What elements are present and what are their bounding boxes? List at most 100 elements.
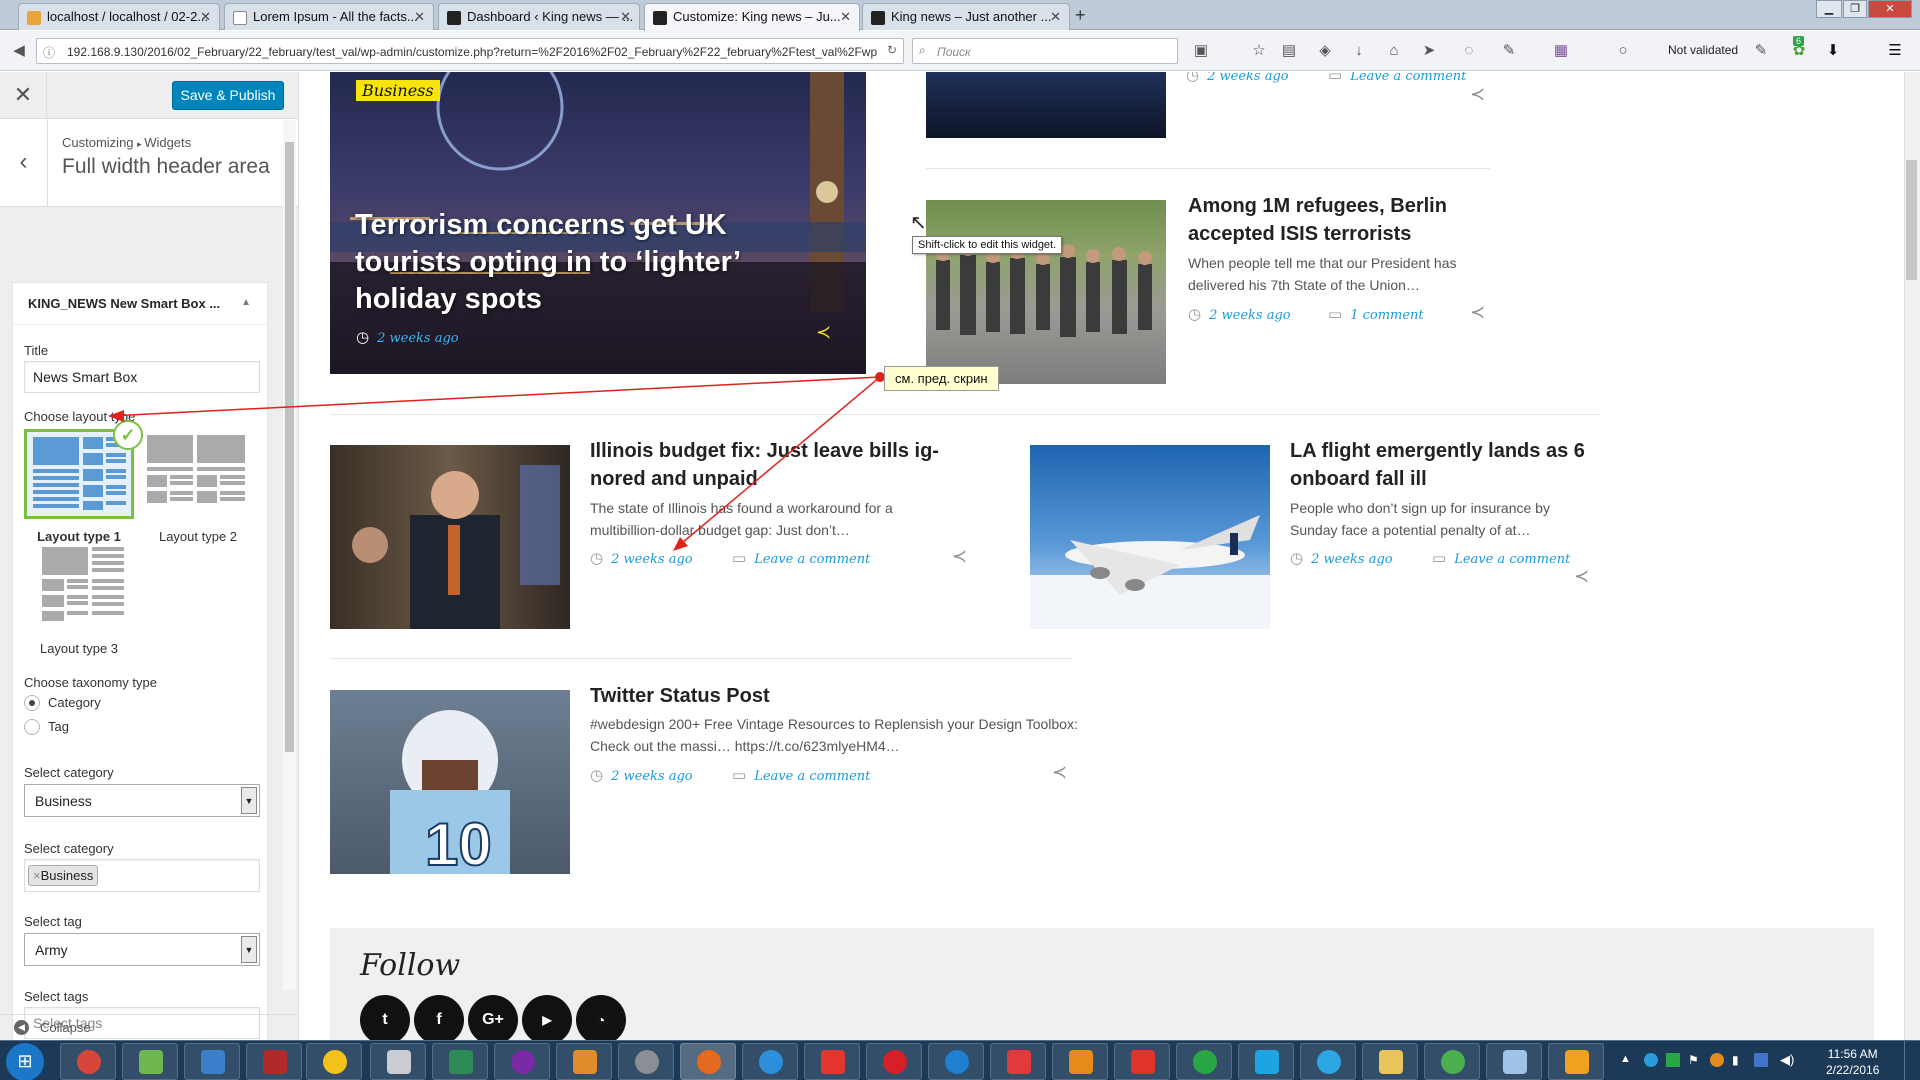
share-icon[interactable]: ≺ bbox=[1470, 84, 1485, 105]
opera-taskbar-icon[interactable] bbox=[866, 1043, 922, 1080]
post-thumbnail[interactable] bbox=[926, 200, 1166, 384]
save-publish-button[interactable]: Save & Publish bbox=[172, 81, 284, 110]
sidebar-scroll-thumb[interactable] bbox=[285, 142, 294, 752]
post-date[interactable]: ◷ 2 weeks ago bbox=[590, 766, 693, 784]
status-circle-icon[interactable]: ○ bbox=[1614, 42, 1632, 60]
post-thumbnail[interactable]: 10 bbox=[330, 690, 570, 874]
paint-taskbar-icon[interactable] bbox=[1548, 1043, 1604, 1080]
pocket-icon[interactable]: ◈ bbox=[1316, 42, 1334, 60]
minimize-icon[interactable]: ▁ bbox=[1816, 0, 1842, 18]
category-badge[interactable]: Business bbox=[356, 80, 440, 101]
tag-select[interactable]: Army ▼ bbox=[24, 933, 260, 966]
close-tab-icon[interactable]: ✕ bbox=[620, 9, 631, 25]
maximize-icon[interactable]: ❐ bbox=[1843, 0, 1867, 18]
preview-scroll-thumb[interactable] bbox=[1906, 160, 1917, 280]
tag-radio[interactable] bbox=[24, 719, 40, 735]
site-info-icon[interactable]: ⓘ bbox=[43, 44, 55, 61]
post-comments-link[interactable]: ▭ Leave a comment bbox=[1328, 72, 1466, 84]
tray-flag-icon[interactable]: ⚑ bbox=[1688, 1053, 1699, 1067]
sublime-taskbar-icon[interactable] bbox=[556, 1043, 612, 1080]
skype-taskbar-icon[interactable] bbox=[1238, 1043, 1294, 1080]
close-tab-icon[interactable]: ✕ bbox=[200, 9, 211, 25]
new-tab-icon[interactable]: + bbox=[1075, 5, 1086, 26]
title-input[interactable]: News Smart Box bbox=[24, 361, 260, 393]
tray-app-icon[interactable] bbox=[1754, 1053, 1768, 1067]
extension-icon[interactable]: ✎ bbox=[1500, 42, 1518, 60]
facebook-icon[interactable]: f bbox=[414, 995, 464, 1040]
start-button-icon[interactable]: ⊞ bbox=[6, 1043, 44, 1080]
download-icon[interactable]: ↓ bbox=[1350, 42, 1368, 60]
update-taskbar-icon[interactable] bbox=[928, 1043, 984, 1080]
close-tab-icon[interactable]: ✕ bbox=[1050, 9, 1061, 25]
home-icon[interactable]: ⌂ bbox=[1385, 42, 1403, 60]
back-chevron-icon[interactable]: ‹ bbox=[0, 119, 48, 207]
tray-app-icon[interactable] bbox=[1710, 1053, 1724, 1067]
app-s-taskbar-icon[interactable] bbox=[1176, 1043, 1232, 1080]
tray-expand-icon[interactable]: ▲ bbox=[1620, 1053, 1631, 1065]
post-comments-link[interactable]: ▭ 1 comment bbox=[1328, 305, 1424, 323]
category-select[interactable]: Business ▼ bbox=[24, 784, 260, 817]
close-icon[interactable]: ✕ bbox=[0, 72, 47, 119]
layout-option-2[interactable] bbox=[143, 429, 253, 519]
close-tab-icon[interactable]: ✕ bbox=[840, 9, 851, 25]
twitter-icon[interactable]: t bbox=[360, 995, 410, 1040]
categories-multiselect[interactable]: ×Business bbox=[24, 859, 260, 892]
system-clock[interactable]: 11:56 AM 2/22/2016 bbox=[1826, 1046, 1879, 1078]
toolbox-taskbar-icon[interactable] bbox=[1052, 1043, 1108, 1080]
validation-status[interactable]: Not validated bbox=[1668, 43, 1738, 57]
explorer-taskbar-icon[interactable] bbox=[1362, 1043, 1418, 1080]
post-date[interactable]: ◷ 2 weeks ago bbox=[1188, 305, 1291, 323]
anydesk-taskbar-icon[interactable] bbox=[1114, 1043, 1170, 1080]
category-radio[interactable] bbox=[24, 695, 40, 711]
post-title[interactable]: LA flight emergently lands as 6 onboard … bbox=[1290, 437, 1600, 493]
share-icon[interactable]: ≺ bbox=[1052, 762, 1067, 783]
browser-tab[interactable]: Dashboard ‹ King news — ... ✕ bbox=[438, 3, 640, 30]
calculator-taskbar-icon[interactable] bbox=[370, 1043, 426, 1080]
post-thumbnail[interactable] bbox=[330, 445, 570, 629]
tray-network-icon[interactable]: ▮ bbox=[1732, 1053, 1739, 1067]
browser-tab-active[interactable]: Customize: King news – Ju... ✕ bbox=[644, 3, 860, 31]
chrome-alt-taskbar-icon[interactable] bbox=[1424, 1043, 1480, 1080]
dropdown-arrow-icon[interactable]: ▼ bbox=[241, 787, 257, 814]
reload-icon[interactable]: ↻ bbox=[887, 43, 897, 57]
send-icon[interactable]: ➤ bbox=[1420, 42, 1438, 60]
browser-tab[interactable]: localhost / localhost / 02-2... ✕ bbox=[18, 3, 220, 30]
save-taskbar-icon[interactable] bbox=[246, 1043, 302, 1080]
google-plus-icon[interactable]: G+ bbox=[468, 995, 518, 1040]
screenshot-icon[interactable]: ▣ bbox=[1192, 42, 1210, 60]
bookmark-star-icon[interactable]: ☆ bbox=[1250, 42, 1268, 60]
post-thumbnail[interactable] bbox=[926, 72, 1166, 138]
show-desktop-button[interactable] bbox=[1904, 1041, 1920, 1080]
yandex-taskbar-icon[interactable] bbox=[804, 1043, 860, 1080]
back-arrow-icon[interactable]: ◀ bbox=[10, 42, 28, 60]
post-date[interactable]: ◷ 2 weeks ago bbox=[1290, 549, 1393, 567]
close-tab-icon[interactable]: ✕ bbox=[414, 9, 425, 25]
spy-taskbar-icon[interactable] bbox=[618, 1043, 674, 1080]
collapse-caret-icon[interactable]: ▲ bbox=[241, 297, 251, 308]
skype-s-taskbar-icon[interactable] bbox=[184, 1043, 240, 1080]
address-bar[interactable]: ⓘ 192.168.9.130/2016/02_February/22_febr… bbox=[36, 38, 904, 64]
browser-tab[interactable]: King news – Just another ... ✕ bbox=[862, 3, 1070, 30]
rss-icon[interactable]: ◔ bbox=[576, 995, 626, 1040]
firefox-taskbar-icon[interactable] bbox=[680, 1043, 736, 1080]
share-icon[interactable]: ≺ bbox=[816, 322, 831, 343]
post-date[interactable]: ◷ 2 weeks ago bbox=[590, 549, 693, 567]
youtube-icon[interactable]: ▶ bbox=[522, 995, 572, 1040]
featured-title[interactable]: Terrorism concerns get UK tourists optin… bbox=[355, 207, 815, 318]
warning-taskbar-icon[interactable] bbox=[306, 1043, 362, 1080]
remove-chip-icon[interactable]: × bbox=[33, 868, 41, 883]
notes-icon[interactable]: ✎ bbox=[1752, 42, 1770, 60]
layout-option-3[interactable] bbox=[24, 541, 134, 631]
post-comments-link[interactable]: ▭ Leave a comment bbox=[732, 766, 870, 784]
post-thumbnail[interactable] bbox=[1030, 445, 1270, 629]
download-arrow-icon[interactable]: ⬇ bbox=[1824, 42, 1842, 60]
share-icon[interactable]: ≺ bbox=[1574, 566, 1589, 587]
media-taskbar-icon[interactable] bbox=[494, 1043, 550, 1080]
chrome-taskbar-icon[interactable] bbox=[60, 1043, 116, 1080]
post-title[interactable]: Illinois budget fix: Just leave bills ig… bbox=[590, 437, 980, 493]
collapse-button[interactable]: ◀ Collapse bbox=[0, 1014, 299, 1040]
post-comments-link[interactable]: ▭ Leave a comment bbox=[1432, 549, 1570, 567]
browser-tab[interactable]: Lorem Ipsum - All the facts... ✕ bbox=[224, 3, 434, 30]
share-icon[interactable]: ≺ bbox=[952, 546, 967, 567]
featured-post[interactable]: Business Terrorism concerns get UK touri… bbox=[330, 72, 866, 374]
